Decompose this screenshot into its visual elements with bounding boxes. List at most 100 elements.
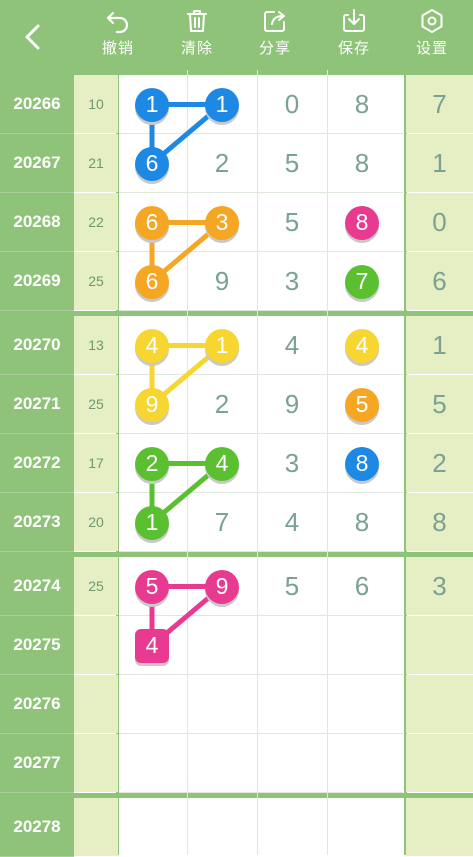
- sum-value: 10: [74, 75, 118, 133]
- number-cell[interactable]: 5: [258, 134, 326, 193]
- number-cell[interactable]: 8: [328, 493, 396, 552]
- marked-number-ball[interactable]: 7: [345, 264, 379, 299]
- number-cell[interactable]: 2: [188, 134, 256, 193]
- marked-number-ball[interactable]: 6: [135, 205, 169, 240]
- toolbar: 撤销 清除 分享 保存 设置: [0, 0, 473, 70]
- marked-number-ball[interactable]: 4: [135, 628, 169, 663]
- share-icon: [264, 11, 285, 32]
- marked-number-ball[interactable]: 9: [135, 387, 169, 422]
- last-digit-value: 1: [406, 316, 473, 374]
- last-digit-value: [406, 798, 473, 856]
- issue-number: 20278: [0, 798, 74, 857]
- number-cell[interactable]: 0: [258, 75, 326, 134]
- number-cell[interactable]: [258, 616, 326, 675]
- number-cell[interactable]: 5: [258, 557, 326, 616]
- number-cell[interactable]: 9: [258, 375, 326, 434]
- marked-number-ball[interactable]: 8: [345, 205, 379, 240]
- number-cell[interactable]: [328, 798, 396, 857]
- marked-number-ball[interactable]: 1: [205, 87, 239, 122]
- issue-number: 20272: [0, 434, 74, 493]
- marked-number-ball[interactable]: 5: [345, 387, 379, 422]
- sum-value: [74, 616, 118, 674]
- number-cell[interactable]: 5: [258, 193, 326, 252]
- marked-number-ball[interactable]: 1: [135, 87, 169, 122]
- chevron-left-icon: [25, 24, 40, 50]
- number-cell[interactable]: 8: [328, 75, 396, 134]
- download-icon: [343, 9, 365, 32]
- number-cell[interactable]: 7: [188, 493, 256, 552]
- number-cell[interactable]: [328, 616, 396, 675]
- issue-number: 20270: [0, 316, 74, 375]
- marked-number-ball[interactable]: 2: [135, 446, 169, 481]
- issue-number: 20269: [0, 252, 74, 311]
- number-cell[interactable]: [188, 798, 256, 857]
- last-digit-value: [406, 616, 473, 674]
- last-digit-value: [406, 675, 473, 733]
- number-cell[interactable]: [188, 675, 256, 734]
- number-cell[interactable]: 8: [328, 134, 396, 193]
- share-label: 分享: [258, 39, 291, 57]
- number-cell[interactable]: 4: [258, 493, 326, 552]
- marked-number-ball[interactable]: 6: [135, 146, 169, 181]
- number-cell[interactable]: [328, 675, 396, 734]
- number-cell[interactable]: [258, 675, 326, 734]
- marked-number-ball[interactable]: 8: [345, 446, 379, 481]
- marked-number-ball[interactable]: 5: [135, 569, 169, 604]
- last-digit-value: 3: [406, 557, 473, 615]
- marked-number-ball[interactable]: 4: [135, 328, 169, 363]
- last-digit-value: 8: [406, 493, 473, 551]
- marked-number-ball[interactable]: 1: [205, 328, 239, 363]
- clear-button[interactable]: 清除: [162, 8, 232, 64]
- sum-value: 25: [74, 252, 118, 310]
- settings-icon: [421, 9, 443, 33]
- issue-number: 20266: [0, 75, 74, 134]
- marked-number-ball[interactable]: 3: [205, 205, 239, 240]
- save-button[interactable]: 保存: [319, 8, 389, 64]
- number-cell[interactable]: [118, 798, 186, 857]
- last-digit-value: 1: [406, 134, 473, 192]
- sum-value: 25: [74, 557, 118, 615]
- number-cell[interactable]: 3: [258, 252, 326, 311]
- settings-label: 设置: [415, 39, 448, 57]
- number-cell[interactable]: 3: [258, 434, 326, 493]
- issue-number: 20276: [0, 675, 74, 734]
- last-digit-value: [406, 734, 473, 792]
- sum-value: [74, 798, 118, 856]
- number-cell[interactable]: [118, 734, 186, 793]
- undo-label: 撤销: [101, 39, 134, 57]
- issue-number: 20273: [0, 493, 74, 552]
- trend-grid: 20266 10 7 20267 21 1 20268 22 0 20269 25 6 20270 13 1…: [0, 70, 473, 857]
- number-cell[interactable]: 6: [328, 557, 396, 616]
- save-label: 保存: [337, 39, 370, 57]
- last-digit-value: 7: [406, 75, 473, 133]
- marked-number-ball[interactable]: 1: [135, 505, 169, 540]
- sum-value: 17: [74, 434, 118, 492]
- number-cell[interactable]: [188, 734, 256, 793]
- issue-number: 20277: [0, 734, 74, 793]
- number-cell[interactable]: [258, 734, 326, 793]
- undo-button[interactable]: 撤销: [83, 8, 153, 64]
- settings-button[interactable]: 设置: [397, 8, 467, 64]
- marked-number-ball[interactable]: 6: [135, 264, 169, 299]
- number-cell[interactable]: 4: [258, 316, 326, 375]
- sum-value: 22: [74, 193, 118, 251]
- marked-number-ball[interactable]: 4: [345, 328, 379, 363]
- trash-icon: [187, 10, 207, 32]
- number-cell[interactable]: [188, 616, 256, 675]
- back-button[interactable]: [16, 20, 50, 54]
- sum-value: [74, 675, 118, 733]
- undo-icon: [106, 11, 129, 34]
- sum-value: 20: [74, 493, 118, 551]
- share-button[interactable]: 分享: [240, 8, 310, 64]
- number-cell[interactable]: [258, 798, 326, 857]
- issue-number: 20268: [0, 193, 74, 252]
- marked-number-ball[interactable]: 4: [205, 446, 239, 481]
- number-cell[interactable]: [328, 734, 396, 793]
- number-cell[interactable]: [118, 675, 186, 734]
- clear-label: 清除: [180, 39, 213, 57]
- marked-number-ball[interactable]: 9: [205, 569, 239, 604]
- issue-number: 20267: [0, 134, 74, 193]
- number-cell[interactable]: 9: [188, 252, 256, 311]
- sum-value: 25: [74, 375, 118, 433]
- number-cell[interactable]: 2: [188, 375, 256, 434]
